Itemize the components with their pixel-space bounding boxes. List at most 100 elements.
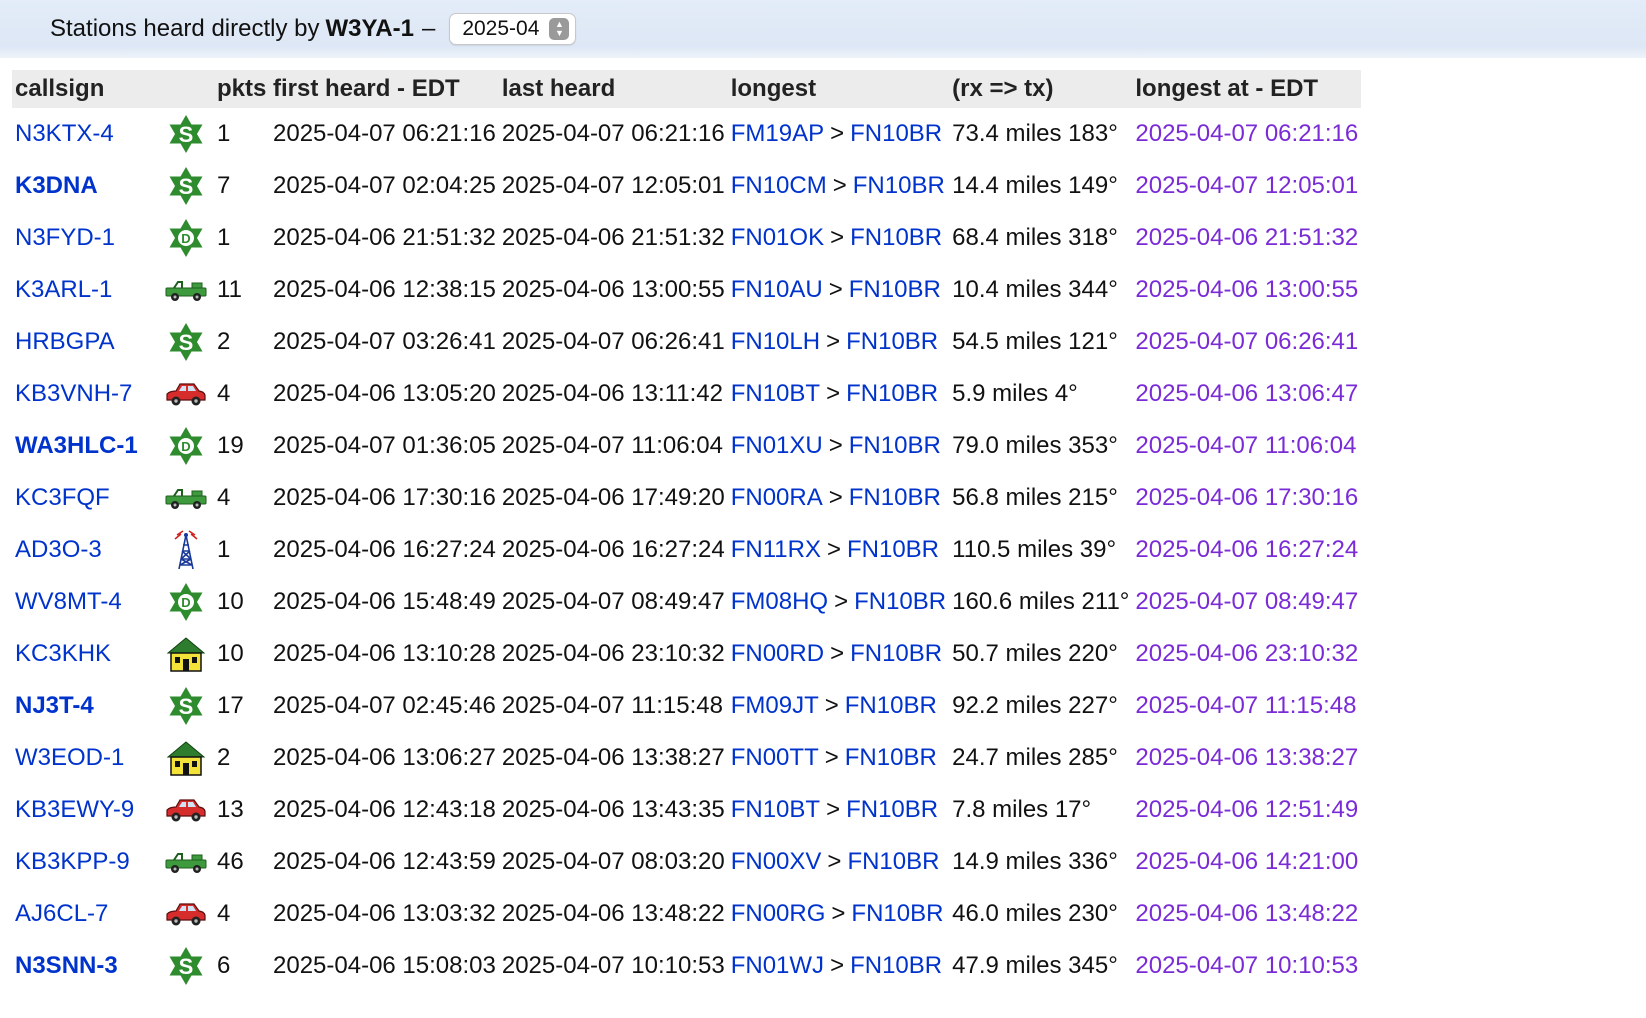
col-last-heard[interactable]: last heard: [498, 70, 728, 108]
arrow-separator: >: [826, 380, 841, 407]
callsign-link[interactable]: KB3VNH-7: [15, 380, 132, 407]
callsign-link[interactable]: KB3KPP-9: [15, 848, 130, 875]
callsign-cell: KC3FQF: [12, 472, 158, 524]
rx-locator-link[interactable]: FN00RG: [731, 900, 826, 927]
callsign-link[interactable]: N3KTX-4: [15, 120, 114, 147]
house-icon[interactable]: [158, 732, 214, 784]
col-callsign[interactable]: callsign: [12, 70, 158, 108]
col-pkts[interactable]: pkts: [214, 70, 270, 108]
callsign-link[interactable]: K3ARL-1: [15, 276, 112, 303]
rx-locator-link[interactable]: FN00TT: [731, 744, 819, 771]
tx-locator-link[interactable]: FN10BR: [853, 172, 945, 199]
callsign-cell: WV8MT-4: [12, 576, 158, 628]
star-icon[interactable]: D: [158, 420, 214, 472]
callsign-cell: N3FYD-1: [12, 212, 158, 264]
car-icon[interactable]: [158, 888, 214, 940]
station-name: W3YA-1: [325, 15, 414, 42]
longest-at: 2025-04-07 06:21:16: [1135, 120, 1359, 147]
tx-locator-link[interactable]: FN10BR: [850, 952, 942, 979]
rx-locator-link[interactable]: FN01OK: [731, 224, 824, 251]
callsign-link[interactable]: K3DNA: [15, 172, 98, 199]
tx-locator-link[interactable]: FN10BR: [849, 484, 941, 511]
rx-locator-link[interactable]: FN10BT: [731, 796, 820, 823]
callsign-link[interactable]: NJ3T-4: [15, 692, 94, 719]
rx-locator-link[interactable]: FM09JT: [731, 692, 819, 719]
rx-locator-link[interactable]: FN00RD: [731, 640, 824, 667]
jeep-icon[interactable]: [158, 836, 214, 888]
rx-locator-link[interactable]: FN00RA: [731, 484, 823, 511]
tx-locator-link[interactable]: FN10BR: [854, 588, 946, 615]
last-heard: 2025-04-07 11:15:48: [501, 692, 723, 719]
arrow-separator: >: [824, 744, 839, 771]
car-icon[interactable]: [158, 368, 214, 420]
car-icon[interactable]: [158, 784, 214, 836]
star-icon[interactable]: D: [158, 212, 214, 264]
star-icon[interactable]: S: [158, 940, 214, 992]
longest-path: FN01WJ > FN10BR: [728, 940, 949, 992]
star-icon[interactable]: S: [158, 160, 214, 212]
star-icon[interactable]: S: [158, 680, 214, 732]
rx-locator-link[interactable]: FM08HQ: [731, 588, 828, 615]
table-row: KB3EWY-9 13 2025-04-06 12:43:18 2025-04-06 …: [12, 784, 1361, 836]
house-icon[interactable]: [158, 628, 214, 680]
last-heard: 2025-04-06 21:51:32: [501, 224, 725, 251]
table-row: N3KTX-4 S 1 2025-04-07 06:21:16 2025-04-07 0…: [12, 108, 1361, 160]
distance-bearing: 56.8 miles 215°: [952, 484, 1118, 511]
tx-locator-link[interactable]: FN10BR: [846, 796, 938, 823]
callsign-link[interactable]: KC3KHK: [15, 640, 111, 667]
rx-locator-link[interactable]: FN01XU: [731, 432, 823, 459]
rx-locator-link[interactable]: FN10AU: [731, 276, 823, 303]
tx-locator-link[interactable]: FN10BR: [849, 432, 941, 459]
col-first-heard[interactable]: first heard - EDT: [270, 70, 499, 108]
radio-tower-icon[interactable]: [158, 524, 214, 576]
callsign-link[interactable]: AD3O-3: [15, 536, 102, 563]
star-icon[interactable]: S: [158, 108, 214, 160]
callsign-link[interactable]: HRBGPA: [15, 328, 115, 355]
longest-at: 2025-04-07 10:10:53: [1135, 952, 1359, 979]
callsign-link[interactable]: W3EOD-1: [15, 744, 124, 771]
col-rx-tx[interactable]: (rx => tx): [949, 70, 1133, 108]
rx-locator-link[interactable]: FN10LH: [731, 328, 820, 355]
callsign-link[interactable]: N3SNN-3: [15, 952, 118, 979]
rx-locator-link[interactable]: FN00XV: [731, 848, 822, 875]
table-row: N3FYD-1 D 1 2025-04-06 21:51:32 2025-04-06 2…: [12, 212, 1361, 264]
tx-locator-link[interactable]: FN10BR: [850, 640, 942, 667]
longest-at: 2025-04-06 21:51:32: [1135, 224, 1359, 251]
arrow-separator: >: [830, 640, 845, 667]
callsign-link[interactable]: KC3FQF: [15, 484, 110, 511]
tx-locator-link[interactable]: FN10BR: [846, 380, 938, 407]
jeep-icon[interactable]: [158, 264, 214, 316]
col-longest-at[interactable]: longest at - EDT: [1132, 70, 1362, 108]
longest-path: FN01XU > FN10BR: [728, 420, 949, 472]
rx-locator-link[interactable]: FN11RX: [731, 536, 821, 563]
callsign-link[interactable]: AJ6CL-7: [15, 900, 108, 927]
rx-locator-link[interactable]: FN01WJ: [731, 952, 824, 979]
tx-locator-link[interactable]: FN10BR: [851, 900, 943, 927]
jeep-icon[interactable]: [158, 472, 214, 524]
tx-locator-link[interactable]: FN10BR: [849, 276, 941, 303]
month-select[interactable]: 2025-04 ▲ ▼: [449, 13, 577, 45]
tx-locator-link[interactable]: FN10BR: [847, 536, 939, 563]
tx-locator-link[interactable]: FN10BR: [845, 692, 937, 719]
star-icon[interactable]: D: [158, 576, 214, 628]
rx-locator-link[interactable]: FM19AP: [731, 120, 824, 147]
distance-bearing: 24.7 miles 285°: [952, 744, 1118, 771]
last-heard: 2025-04-06 13:48:22: [501, 900, 725, 927]
rx-locator-link[interactable]: FN10BT: [731, 380, 820, 407]
callsign-link[interactable]: WV8MT-4: [15, 588, 122, 615]
rx-locator-link[interactable]: FN10CM: [731, 172, 827, 199]
pkts-count: 2: [217, 328, 231, 355]
callsign-link[interactable]: WA3HLC-1: [15, 432, 138, 459]
tx-locator-link[interactable]: FN10BR: [850, 224, 942, 251]
tx-locator-link[interactable]: FN10BR: [846, 328, 938, 355]
longest-path: FN10CM > FN10BR: [728, 160, 949, 212]
tx-locator-link[interactable]: FN10BR: [850, 120, 942, 147]
longest-at: 2025-04-06 16:27:24: [1135, 536, 1359, 563]
callsign-link[interactable]: KB3EWY-9: [15, 796, 134, 823]
svg-text:S: S: [179, 694, 194, 719]
col-longest[interactable]: longest: [727, 70, 950, 108]
star-icon[interactable]: S: [158, 316, 214, 368]
tx-locator-link[interactable]: FN10BR: [845, 744, 937, 771]
callsign-link[interactable]: N3FYD-1: [15, 224, 115, 251]
tx-locator-link[interactable]: FN10BR: [847, 848, 939, 875]
